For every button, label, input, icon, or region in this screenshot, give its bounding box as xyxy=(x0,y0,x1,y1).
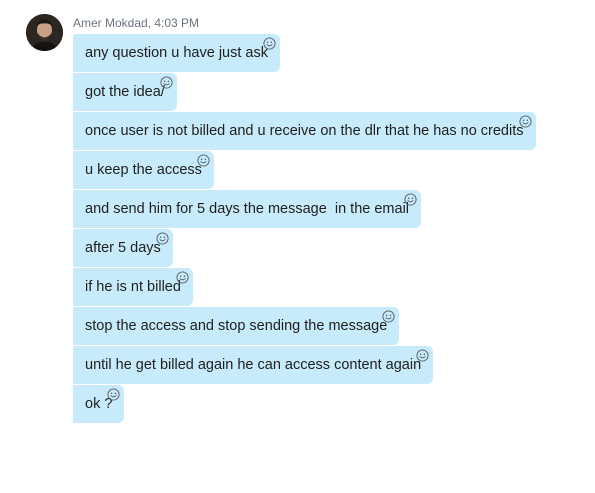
message-bubble[interactable]: once user is not billed and u receive on… xyxy=(73,112,536,150)
smiley-reaction-icon[interactable] xyxy=(107,388,120,401)
message-bubble[interactable]: after 5 days xyxy=(73,229,173,267)
message-bubble[interactable]: ok ? xyxy=(73,385,125,423)
sender-name-timestamp: Amer Mokdad, 4:03 PM xyxy=(73,16,200,30)
smiley-reaction-icon[interactable] xyxy=(156,232,169,245)
smiley-reaction-icon[interactable] xyxy=(416,349,429,362)
message-text: stop the access and stop sending the mes… xyxy=(85,318,388,334)
smiley-reaction-icon[interactable] xyxy=(197,154,210,167)
message-text: any question u have just ask xyxy=(85,45,268,61)
message-text: once user is not billed and u receive on… xyxy=(85,123,524,139)
chat-conversation: Amer Mokdad, 4:03 PM any question u have… xyxy=(0,0,595,493)
smiley-reaction-icon[interactable] xyxy=(176,271,189,284)
message-text: until he get billed again he can access … xyxy=(85,357,422,373)
message-bubble[interactable]: u keep the access xyxy=(73,151,214,189)
smiley-reaction-icon[interactable] xyxy=(160,76,173,89)
smiley-reaction-icon[interactable] xyxy=(263,37,276,50)
smiley-reaction-icon[interactable] xyxy=(404,193,417,206)
message-text: if he is nt billed xyxy=(85,279,181,295)
message-text: and send him for 5 days the message in t… xyxy=(85,201,410,217)
avatar[interactable] xyxy=(26,14,63,51)
message-bubble[interactable]: and send him for 5 days the message in t… xyxy=(73,190,422,228)
smiley-reaction-icon[interactable] xyxy=(382,310,395,323)
message-bubble[interactable]: until he get billed again he can access … xyxy=(73,346,434,384)
message-text: u keep the access xyxy=(85,162,202,178)
message-text: got the idea/ xyxy=(85,84,165,100)
smiley-reaction-icon[interactable] xyxy=(518,115,532,128)
message-bubble[interactable]: stop the access and stop sending the mes… xyxy=(73,307,400,345)
message-bubble[interactable]: got the idea/ xyxy=(73,73,177,111)
message-text: after 5 days xyxy=(85,240,161,256)
message-bubble[interactable]: if he is nt billed xyxy=(73,268,193,306)
message-bubble[interactable]: any question u have just ask xyxy=(73,34,280,72)
message-list: any question u have just ask got the ide… xyxy=(73,34,573,424)
